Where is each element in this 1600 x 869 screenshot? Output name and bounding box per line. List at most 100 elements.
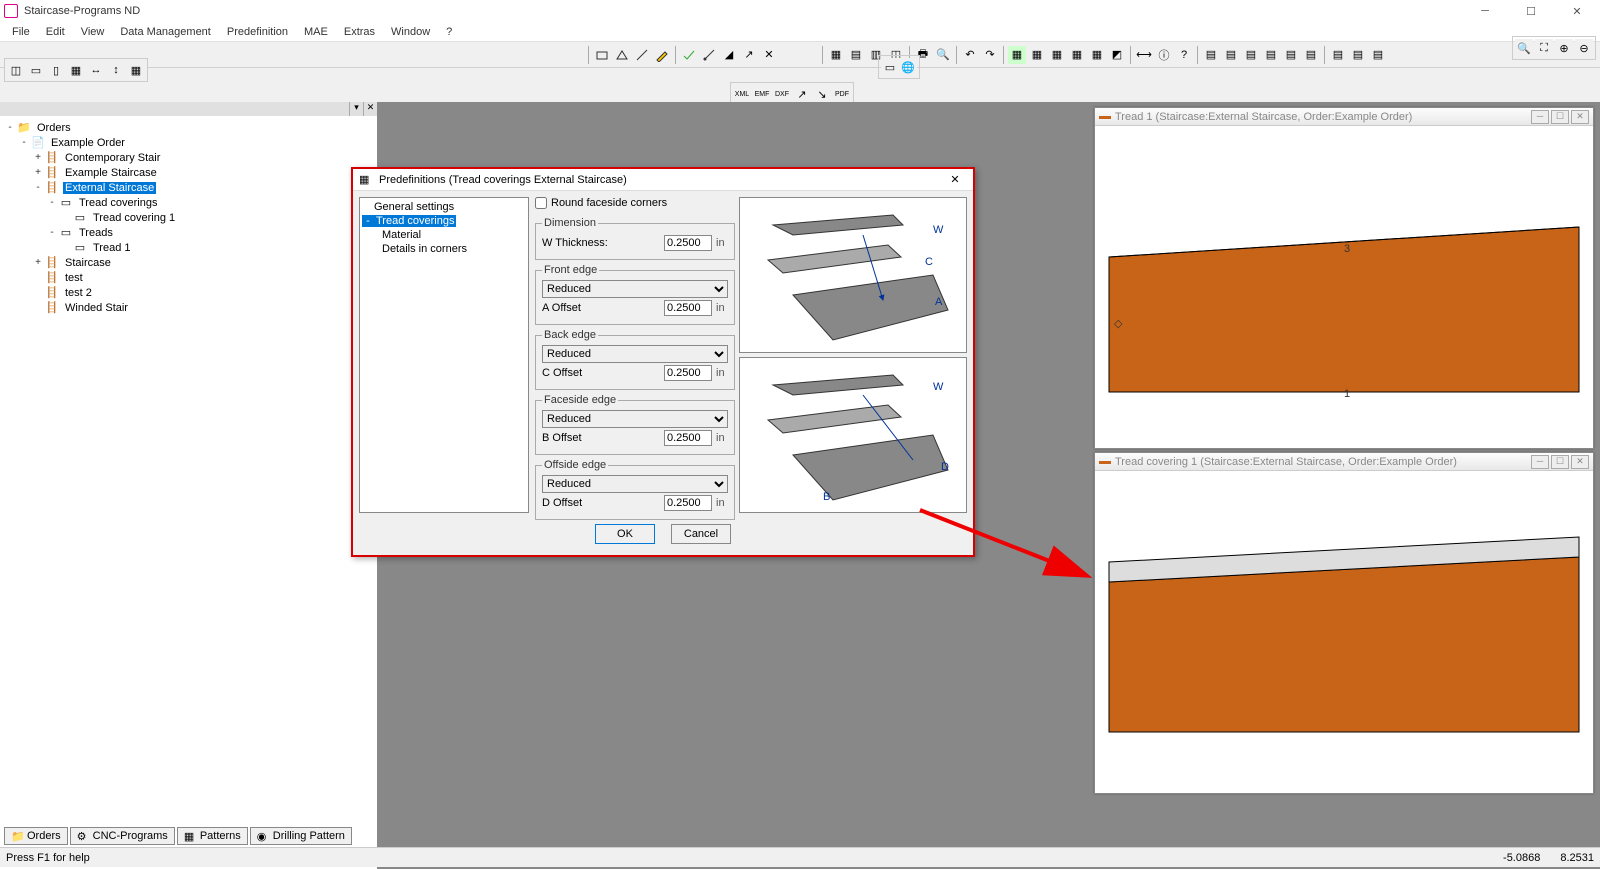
export-5-icon[interactable]: ↘ [813, 85, 831, 103]
stair-d-icon[interactable]: ▤ [1262, 46, 1280, 64]
panel-min-button[interactable]: ─ [1531, 110, 1549, 124]
tread-canvas[interactable]: ◇ 3 1 [1095, 126, 1593, 448]
grid-a-icon[interactable]: ▦ [1008, 46, 1026, 64]
nav-tread-coverings[interactable]: -Tread coverings [362, 214, 526, 228]
export-pdf-icon[interactable]: PDF [833, 85, 851, 103]
export-xml-icon[interactable]: XML [733, 85, 751, 103]
tool-5-icon[interactable]: ✕ [760, 46, 778, 64]
panel-max-button[interactable]: ☐ [1551, 110, 1569, 124]
tool-3-icon[interactable]: ◢ [720, 46, 738, 64]
sidebar-dropdown-icon[interactable]: ▾ [349, 102, 363, 116]
tree-item[interactable]: -📄Example Order [2, 135, 375, 150]
zoom-in-icon[interactable]: ⊕ [1555, 39, 1573, 57]
round-corners-checkbox[interactable]: Round faceside corners [535, 197, 735, 209]
menu-mae[interactable]: MAE [296, 24, 336, 40]
panel-min-button[interactable]: ─ [1531, 455, 1549, 469]
globe-icon[interactable]: 🌐 [899, 58, 917, 76]
menu-data-management[interactable]: Data Management [112, 24, 219, 40]
draw-triangle-icon[interactable] [613, 46, 631, 64]
tree-item[interactable]: -▭Treads [2, 225, 375, 240]
b-offset-input[interactable] [664, 430, 712, 446]
info-icon[interactable]: ⓘ [1155, 46, 1173, 64]
ok-button[interactable]: OK [595, 524, 655, 544]
undo-icon[interactable]: ↶ [961, 46, 979, 64]
menu-file[interactable]: File [4, 24, 38, 40]
tree-item[interactable]: ▭Tread covering 1 [2, 210, 375, 225]
stair-i-icon[interactable]: ▤ [1369, 46, 1387, 64]
menu-extras[interactable]: Extras [336, 24, 383, 40]
grid-f-icon[interactable]: ◩ [1108, 46, 1126, 64]
redo-icon[interactable]: ↷ [981, 46, 999, 64]
faceside-edge-select[interactable]: Reduced [542, 410, 728, 428]
tab-cnc[interactable]: ⚙CNC-Programs [70, 827, 175, 845]
cancel-button[interactable]: Cancel [671, 524, 731, 544]
menu-view[interactable]: View [73, 24, 113, 40]
dialog-close-button[interactable]: ✕ [943, 173, 967, 186]
tab-orders[interactable]: 📁Orders [4, 827, 68, 845]
tab-patterns[interactable]: ▦Patterns [177, 827, 248, 845]
preview-icon[interactable]: 🔍 [934, 46, 952, 64]
tree-item[interactable]: +🪜Example Staircase [2, 165, 375, 180]
d-offset-input[interactable] [664, 495, 712, 511]
help-icon[interactable]: ? [1175, 46, 1193, 64]
leftool-4-icon[interactable]: ▦ [67, 61, 85, 79]
nav-material[interactable]: Material [362, 228, 526, 242]
menu-help[interactable]: ? [438, 24, 460, 40]
leftool-3-icon[interactable]: ▯ [47, 61, 65, 79]
round-corners-input[interactable] [535, 197, 547, 209]
layout-2-icon[interactable]: ▤ [847, 46, 865, 64]
covering-canvas[interactable] [1095, 471, 1593, 793]
menu-window[interactable]: Window [383, 24, 438, 40]
close-button[interactable]: ✕ [1554, 0, 1600, 22]
dim-icon[interactable]: ⟷ [1135, 46, 1153, 64]
tool-4-icon[interactable]: ↗ [740, 46, 758, 64]
draw-line-icon[interactable] [633, 46, 651, 64]
nav-general[interactable]: General settings [362, 200, 526, 214]
back-edge-select[interactable]: Reduced [542, 345, 728, 363]
stair-h-icon[interactable]: ▤ [1349, 46, 1367, 64]
front-edge-select[interactable]: Reduced [542, 280, 728, 298]
tree-item-selected[interactable]: -🪜External Staircase [2, 180, 375, 195]
leftool-2-icon[interactable]: ▭ [27, 61, 45, 79]
stair-e-icon[interactable]: ▤ [1282, 46, 1300, 64]
stair-f-icon[interactable]: ▤ [1302, 46, 1320, 64]
tree-item[interactable]: 🪜test 2 [2, 285, 375, 300]
export-4-icon[interactable]: ↗ [793, 85, 811, 103]
offside-edge-select[interactable]: Reduced [542, 475, 728, 493]
sidebar-close-icon[interactable]: ✕ [363, 102, 377, 116]
grid-c-icon[interactable]: ▦ [1048, 46, 1066, 64]
zoom-fit-icon[interactable]: ⛶ [1535, 39, 1553, 57]
layout-1-icon[interactable]: ▦ [827, 46, 845, 64]
menu-predefinition[interactable]: Predefinition [219, 24, 296, 40]
grid-e-icon[interactable]: ▦ [1088, 46, 1106, 64]
zoom-out-icon[interactable]: ⊖ [1575, 39, 1593, 57]
panel-close-button[interactable]: ✕ [1571, 455, 1589, 469]
a-offset-input[interactable] [664, 300, 712, 316]
leftool-6-icon[interactable]: ↕ [107, 61, 125, 79]
panel-close-button[interactable]: ✕ [1571, 110, 1589, 124]
panel-max-button[interactable]: ☐ [1551, 455, 1569, 469]
nav-details-corners[interactable]: Details in corners [362, 242, 526, 256]
zoom-icon[interactable]: 🔍 [1515, 39, 1533, 57]
tree-item[interactable]: -▭Tread coverings [2, 195, 375, 210]
c-offset-input[interactable] [664, 365, 712, 381]
grid-d-icon[interactable]: ▦ [1068, 46, 1086, 64]
surface-icon[interactable]: ▭ [881, 58, 899, 76]
stair-a-icon[interactable]: ▤ [1202, 46, 1220, 64]
dialog-nav-tree[interactable]: General settings -Tread coverings Materi… [359, 197, 529, 513]
minimize-button[interactable]: ─ [1462, 0, 1508, 22]
stair-c-icon[interactable]: ▤ [1242, 46, 1260, 64]
tool-annotate-icon[interactable] [700, 46, 718, 64]
leftool-1-icon[interactable]: ◫ [7, 61, 25, 79]
leftool-7-icon[interactable]: ▦ [127, 61, 145, 79]
export-emf-icon[interactable]: EMF [753, 85, 771, 103]
leftool-5-icon[interactable]: ↔ [87, 61, 105, 79]
tab-drilling[interactable]: ◉Drilling Pattern [250, 827, 352, 845]
maximize-button[interactable]: ☐ [1508, 0, 1554, 22]
tree-item[interactable]: 🪜Winded Stair [2, 300, 375, 315]
tree-item[interactable]: ▭Tread 1 [2, 240, 375, 255]
draw-pencil-icon[interactable] [653, 46, 671, 64]
tree-root[interactable]: - 📁 Orders [2, 120, 375, 135]
orders-tree[interactable]: - 📁 Orders -📄Example Order +🪜Contemporar… [0, 116, 377, 869]
menu-edit[interactable]: Edit [38, 24, 73, 40]
